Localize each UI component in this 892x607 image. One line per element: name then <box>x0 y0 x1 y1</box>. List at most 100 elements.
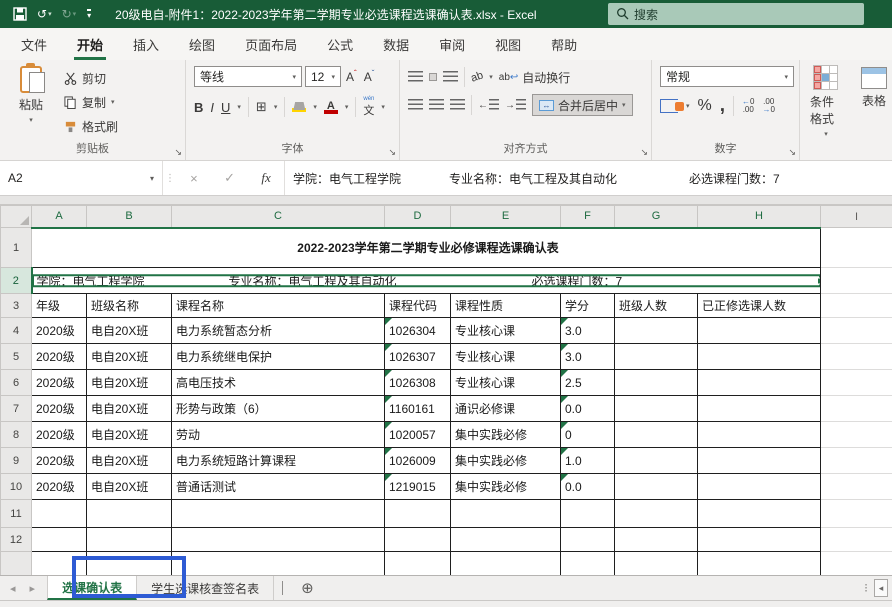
bottom-align-icon[interactable] <box>443 71 458 83</box>
row-header-13[interactable] <box>1 552 32 576</box>
column-header-h[interactable]: H <box>698 206 821 228</box>
row-header-5[interactable]: 5 <box>1 344 32 370</box>
tab-draw[interactable]: 绘图 <box>174 28 230 60</box>
font-color-caret-icon[interactable]: ▾ <box>345 103 349 111</box>
row-header-2[interactable]: 2 <box>1 268 32 294</box>
row-header-8[interactable]: 8 <box>1 422 32 448</box>
number-format-select[interactable]: 常规▾ <box>660 66 794 87</box>
column-header-g[interactable]: G <box>615 206 698 228</box>
column-header-e[interactable]: E <box>451 206 561 228</box>
italic-button[interactable]: I <box>210 100 214 115</box>
copy-button[interactable]: 复制 ▾ <box>64 92 118 112</box>
tab-page-layout[interactable]: 页面布局 <box>230 28 312 60</box>
customize-qat-icon[interactable]: ▾ <box>87 9 91 20</box>
selection-fill-handle[interactable] <box>817 277 821 284</box>
font-color-button[interactable]: A <box>324 101 338 114</box>
comma-style-icon[interactable]: , <box>720 101 725 111</box>
sheet-nav-prev-icon[interactable]: ◂ <box>10 582 16 595</box>
increase-indent-icon[interactable]: → <box>505 99 526 111</box>
select-all-corner[interactable] <box>1 206 32 228</box>
column-header-b[interactable]: B <box>87 206 172 228</box>
paste-caret-icon[interactable]: ▾ <box>29 116 33 124</box>
copy-caret-icon[interactable]: ▾ <box>111 98 115 106</box>
column-header-f[interactable]: F <box>561 206 615 228</box>
tab-data[interactable]: 数据 <box>368 28 424 60</box>
conditional-formatting-caret-icon[interactable]: ▾ <box>824 130 828 138</box>
tab-insert[interactable]: 插入 <box>118 28 174 60</box>
row-header-6[interactable]: 6 <box>1 370 32 396</box>
merge-center-button[interactable]: ↔ 合并后居中 ▾ <box>532 94 633 116</box>
fill-color-caret-icon[interactable]: ▾ <box>313 103 317 111</box>
accounting-format-icon[interactable] <box>660 99 678 113</box>
align-left-icon[interactable] <box>408 99 423 111</box>
formula-input[interactable]: 学院：电气工程学院 专业名称：电气工程及其自动化 必选课程门数：7 <box>285 161 892 195</box>
row-header-10[interactable]: 10 <box>1 474 32 500</box>
active-cell-a2[interactable]: 学院：电气工程学院 专业名称：电气工程及其自动化 必选课程门数：7 <box>32 268 821 294</box>
top-align-icon[interactable] <box>408 71 423 83</box>
merge-center-caret-icon[interactable]: ▾ <box>622 101 626 109</box>
sheet-title-cell[interactable]: 2022-2023学年第二学期专业必修课程选课确认表 <box>32 228 821 268</box>
align-center-icon[interactable] <box>429 99 444 111</box>
shrink-font-button[interactable]: Aˇ <box>362 69 377 84</box>
borders-icon[interactable]: ⊞ <box>256 99 267 115</box>
column-header-c[interactable]: C <box>172 206 385 228</box>
tab-home[interactable]: 开始 <box>62 28 118 60</box>
tab-review[interactable]: 审阅 <box>424 28 480 60</box>
new-sheet-icon[interactable]: ⊕ <box>291 576 324 600</box>
orientation-caret-icon[interactable]: ▾ <box>489 73 493 81</box>
format-painter-button[interactable]: 格式刷 <box>64 116 118 136</box>
middle-align-icon[interactable] <box>429 73 437 81</box>
enter-icon[interactable]: ✓ <box>224 170 235 186</box>
font-name-select[interactable]: 等线▾ <box>194 66 302 87</box>
row-header-1[interactable]: 1 <box>1 228 32 268</box>
tab-scroll-left-icon[interactable]: ◂ <box>874 579 888 597</box>
cut-button[interactable]: 剪切 <box>64 68 118 88</box>
row-header-11[interactable]: 11 <box>1 500 32 528</box>
fill-color-button[interactable] <box>292 102 306 112</box>
row-header-4[interactable]: 4 <box>1 318 32 344</box>
decrease-decimal-icon[interactable]: .00→0 <box>762 98 774 114</box>
column-header-i[interactable]: I <box>821 206 892 228</box>
orientation-icon[interactable]: ab <box>469 69 485 84</box>
font-dialog-launcher-icon[interactable]: ↘ <box>388 148 396 157</box>
clipboard-dialog-launcher-icon[interactable]: ↘ <box>174 148 182 157</box>
phonetic-caret-icon[interactable]: ▾ <box>381 103 385 111</box>
name-box[interactable]: A2 ▾ <box>0 161 163 195</box>
insert-function-icon[interactable]: fx <box>261 170 270 186</box>
grow-font-button[interactable]: Aˆ <box>344 69 359 84</box>
conditional-formatting-button[interactable]: 条件格式 ▾ <box>810 65 842 160</box>
align-right-icon[interactable] <box>450 99 465 111</box>
row-header-12[interactable]: 12 <box>1 528 32 552</box>
percent-style-icon[interactable]: % <box>698 97 712 115</box>
format-as-table-button[interactable]: 表格 <box>856 65 892 160</box>
cancel-icon[interactable]: × <box>190 171 198 186</box>
font-size-select[interactable]: 12▾ <box>305 66 341 87</box>
wrap-text-button[interactable]: ab↩ 自动换行 <box>499 69 571 86</box>
decrease-indent-icon[interactable]: ← <box>478 99 499 111</box>
tab-overflow-dots-icon[interactable]: ⁝ <box>864 581 868 595</box>
phonetic-guide-button[interactable]: wén文 <box>363 96 374 118</box>
sheet-nav-next-icon[interactable]: ▸ <box>30 582 36 595</box>
sheet-tab-signature[interactable]: 学生选课核查签名表 <box>137 576 274 600</box>
underline-button[interactable]: U <box>221 101 230 114</box>
alignment-dialog-launcher-icon[interactable]: ↘ <box>640 148 648 157</box>
undo-button[interactable]: ↺▾ <box>34 3 55 25</box>
sheet-tab-confirmation[interactable]: 选课确认表 <box>47 576 137 600</box>
tab-view[interactable]: 视图 <box>480 28 536 60</box>
tab-file[interactable]: 文件 <box>6 28 62 60</box>
save-icon[interactable] <box>10 3 30 25</box>
column-header-a[interactable]: A <box>32 206 87 228</box>
row-header-7[interactable]: 7 <box>1 396 32 422</box>
row-header-9[interactable]: 9 <box>1 448 32 474</box>
column-header-d[interactable]: D <box>385 206 451 228</box>
name-box-caret-icon[interactable]: ▾ <box>150 174 154 183</box>
tab-formulas[interactable]: 公式 <box>312 28 368 60</box>
increase-decimal-icon[interactable]: ←0.00 <box>742 98 754 114</box>
search-input[interactable]: 搜索 <box>608 3 864 25</box>
underline-caret-icon[interactable]: ▾ <box>237 103 241 111</box>
tab-help[interactable]: 帮助 <box>536 28 592 60</box>
redo-button[interactable]: ↻▾ <box>59 3 80 25</box>
bold-button[interactable]: B <box>194 100 203 115</box>
accounting-caret-icon[interactable]: ▾ <box>686 102 690 110</box>
number-dialog-launcher-icon[interactable]: ↘ <box>788 148 796 157</box>
